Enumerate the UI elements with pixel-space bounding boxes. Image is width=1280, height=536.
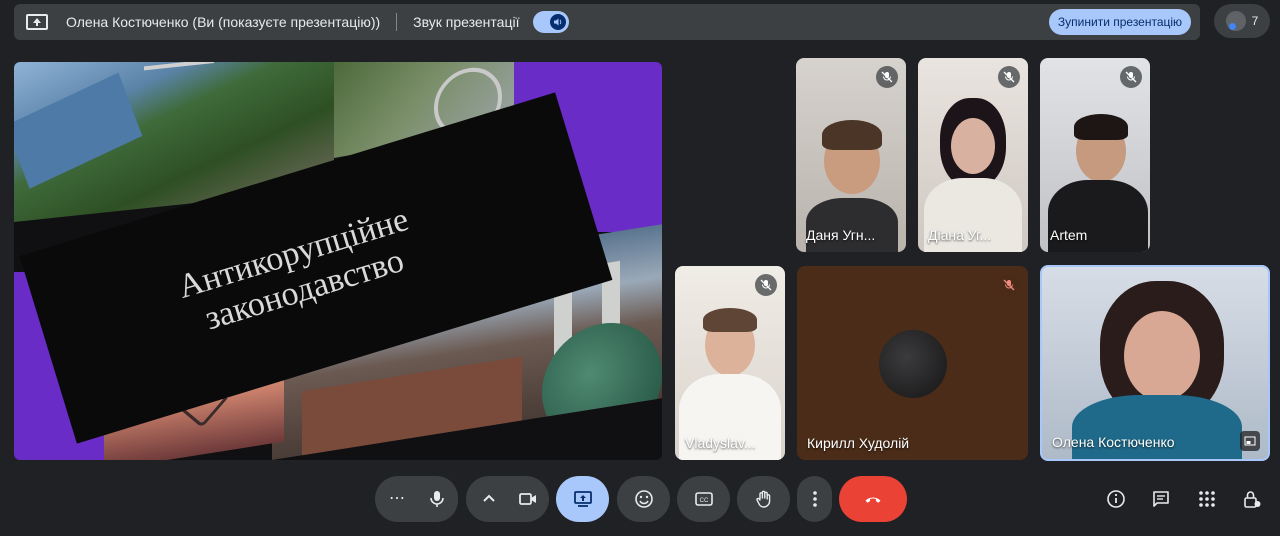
present-screen-icon [26,14,48,30]
participant-avatar-icon [1225,11,1246,31]
captions-icon: CC [694,492,713,506]
participant-name: Олена Костюченко [1052,434,1175,450]
apps-grid-icon [1199,491,1215,507]
present-button[interactable] [556,476,609,522]
info-icon [1107,490,1125,508]
more-options-icon[interactable]: ⋯ [389,488,405,508]
mic-off-icon [998,66,1020,88]
microphone-icon [429,491,444,507]
participant-name: Даня Угн... [806,227,876,243]
captions-button[interactable]: CC [677,476,730,522]
self-view-tile[interactable]: Олена Костюченко [1040,265,1270,461]
participant-name: Діана Уг... [928,227,992,243]
microphone-button[interactable] [415,476,458,522]
presentation-audio-toggle[interactable] [533,11,570,33]
participant-name: Кирилл Худолій [807,435,910,451]
mic-off-icon [1120,66,1142,88]
mic-off-icon [876,66,898,88]
participant-name: Vladyslav... [685,435,756,451]
camera-button[interactable] [506,476,549,522]
meeting-details-button[interactable] [1105,488,1127,510]
leave-call-button[interactable] [839,476,907,522]
volume-icon [550,14,567,30]
hang-up-icon [865,497,881,503]
chat-icon [1153,491,1169,507]
chevron-up-icon [483,494,495,502]
raise-hand-button[interactable] [737,476,790,522]
chat-button[interactable] [1150,488,1172,510]
present-screen-icon [573,491,592,507]
participant-avatar [879,330,947,398]
participant-tile[interactable]: Діана Уг... [918,58,1028,252]
reactions-button[interactable] [617,476,670,522]
presenter-status-text: Олена Костюченко (Ви (показуєте презента… [66,14,381,30]
hand-icon [755,490,770,508]
mic-off-icon [755,274,777,296]
emoji-icon [634,490,653,508]
lock-person-icon [1244,491,1261,508]
camera-options-button[interactable] [474,476,504,522]
participant-tile[interactable]: Artem [1040,58,1150,252]
participant-count: 7 [1251,14,1259,28]
participant-tile[interactable]: Vladyslav... [675,266,785,460]
presentation-audio-label: Звук презентації [413,14,520,30]
activities-button[interactable] [1196,488,1218,510]
participant-tile[interactable]: Кирилл Худолій [797,266,1028,460]
presenting-banner: Олена Костюченко (Ви (показуєте презента… [14,4,1200,40]
host-controls-button[interactable] [1241,488,1263,510]
svg-text:CC: CC [699,498,708,504]
camera-control-group [466,476,549,522]
microphone-control-group: ⋯ [375,476,458,522]
mic-off-icon [998,274,1020,296]
presentation-slide: Антикорупційне законодавство [14,62,662,460]
participants-button[interactable]: 7 [1214,4,1270,38]
picture-in-picture-icon[interactable] [1240,431,1260,451]
more-vert-icon [812,491,817,507]
participant-name: Artem [1050,227,1088,243]
participant-tile[interactable]: Даня Угн... [796,58,906,252]
camera-icon [518,493,536,505]
stop-presenting-button[interactable]: Зупинити презентацію [1049,9,1191,35]
divider [396,13,398,31]
more-actions-button[interactable] [797,476,832,522]
